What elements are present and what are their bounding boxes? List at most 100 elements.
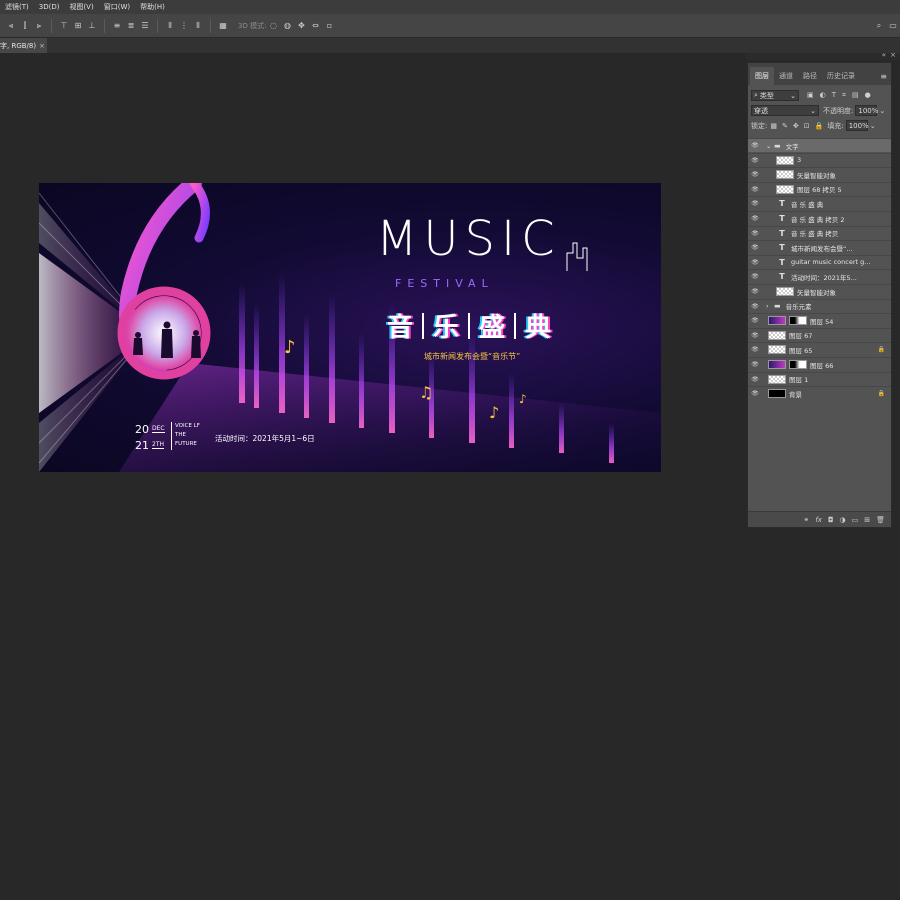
- distribute-right-icon[interactable]: ⦀: [191, 19, 205, 33]
- search-icon[interactable]: ⌕: [872, 19, 886, 33]
- visibility-eye-icon[interactable]: 👁: [748, 361, 762, 368]
- fx-icon[interactable]: fx: [815, 516, 822, 524]
- distribute-middle-icon[interactable]: ≣: [124, 19, 138, 33]
- layer-row[interactable]: 👁 3: [748, 152, 891, 167]
- visibility-eye-icon[interactable]: 👁: [748, 186, 762, 193]
- layer-mask-thumbnail[interactable]: [789, 316, 807, 326]
- panel-menu-icon[interactable]: ≡: [880, 72, 891, 85]
- drag-3d-icon[interactable]: ✥: [294, 19, 308, 33]
- filter-smart-icon[interactable]: ▤: [852, 91, 859, 100]
- visibility-eye-icon[interactable]: 👁: [748, 376, 762, 383]
- close-panel-icon[interactable]: ×: [890, 51, 896, 59]
- scale-3d-icon[interactable]: ▫: [322, 19, 336, 33]
- visibility-eye-icon[interactable]: 👁: [748, 317, 762, 324]
- document-tab[interactable]: 字, RGB/8) ×: [0, 38, 47, 53]
- link-icon[interactable]: ⚭: [803, 516, 809, 524]
- visibility-eye-icon[interactable]: 👁: [748, 390, 762, 397]
- layer-row[interactable]: 👁 矢量智能对象: [748, 167, 891, 181]
- add-mask-icon[interactable]: ◘: [828, 516, 834, 524]
- visibility-eye-icon[interactable]: 👁: [748, 332, 762, 339]
- chevron-down-icon[interactable]: ⌄: [879, 107, 885, 115]
- blend-mode-select[interactable]: 穿透 ⌄: [751, 105, 819, 116]
- adjustment-icon[interactable]: ◑: [840, 516, 846, 524]
- align-top-icon[interactable]: ⊤: [57, 19, 71, 33]
- layer-row[interactable]: 👁 T 活动时间：2021年5...: [748, 269, 891, 283]
- layer-row[interactable]: 👁 图层 68 拷贝 5: [748, 181, 891, 196]
- menu-view[interactable]: 视图(V): [64, 2, 98, 12]
- align-center-icon[interactable]: ⫿: [18, 19, 32, 33]
- layer-row[interactable]: 👁 T 音 乐 盛 典: [748, 196, 891, 210]
- visibility-eye-icon[interactable]: 👁: [748, 142, 762, 149]
- visibility-eye-icon[interactable]: 👁: [748, 157, 762, 164]
- align-left-icon[interactable]: ⫷: [4, 19, 18, 33]
- filter-toggle-icon[interactable]: ●: [865, 91, 871, 100]
- filter-type-select[interactable]: ⌕ 类型 ⌄: [751, 90, 799, 101]
- layer-row[interactable]: 👁 图层 54: [748, 313, 891, 327]
- layer-row[interactable]: 👁 Tguitar music concert g...: [748, 254, 891, 269]
- layer-row[interactable]: 👁 矢量智能对象: [748, 284, 891, 298]
- chevron-right-icon[interactable]: ›: [766, 302, 774, 310]
- menu-filter[interactable]: 滤镜(T): [0, 2, 34, 12]
- artwork-canvas[interactable]: ♪ ♫ ♪ ♪ MUSIC FESTIVAL 音 乐 盛 典 城市新闻发布会暨“…: [39, 183, 661, 472]
- tab-history[interactable]: 历史记录: [822, 67, 860, 85]
- filter-pixel-icon[interactable]: ▣: [807, 91, 814, 100]
- tab-paths[interactable]: 路径: [798, 67, 822, 85]
- fill-field[interactable]: 100%: [845, 120, 869, 131]
- orbit-3d-icon[interactable]: ◌: [266, 19, 280, 33]
- visibility-eye-icon[interactable]: 👁: [748, 215, 762, 222]
- menu-3d[interactable]: 3D(D): [34, 3, 65, 11]
- tab-layers[interactable]: 图层: [750, 67, 774, 85]
- tab-channels[interactable]: 通道: [774, 67, 798, 85]
- trash-icon[interactable]: 🗑: [876, 516, 885, 524]
- visibility-eye-icon[interactable]: 👁: [748, 244, 762, 251]
- visibility-eye-icon[interactable]: 👁: [748, 230, 762, 237]
- filter-adjustment-icon[interactable]: ◐: [820, 91, 826, 100]
- visibility-eye-icon[interactable]: 👁: [748, 259, 762, 266]
- layer-row[interactable]: 👁 图层 66: [748, 357, 891, 371]
- lock-artboard-icon[interactable]: ⊡: [804, 122, 810, 130]
- align-right-icon[interactable]: ⫸: [32, 19, 46, 33]
- collapse-panels-icon[interactable]: «: [882, 51, 886, 59]
- auto-align-icon[interactable]: ▦: [216, 19, 230, 33]
- layer-row[interactable]: 👁 背景 🔒: [748, 386, 891, 400]
- new-group-icon[interactable]: ▭: [852, 516, 859, 524]
- lock-all-icon[interactable]: 🔒: [815, 122, 824, 130]
- visibility-eye-icon[interactable]: 👁: [748, 200, 762, 207]
- align-middle-icon[interactable]: ⊞: [71, 19, 85, 33]
- layer-row[interactable]: 👁 T 城市新闻发布会暨“...: [748, 240, 891, 254]
- chevron-down-icon[interactable]: ⌄: [766, 142, 774, 150]
- layer-row[interactable]: 👁 › ▬ 音乐元素: [748, 298, 891, 313]
- distribute-center-icon[interactable]: ⋮: [177, 19, 191, 33]
- layer-mask-thumbnail[interactable]: [789, 360, 807, 369]
- layer-row[interactable]: 👁 图层 1: [748, 371, 891, 386]
- workspace-icon[interactable]: ▭: [886, 19, 900, 33]
- menu-window[interactable]: 窗口(W): [99, 2, 135, 12]
- layer-row[interactable]: 👁 ⌄ ▬ 文字: [748, 138, 891, 152]
- lock-transparent-icon[interactable]: ▦: [770, 122, 777, 130]
- distribute-left-icon[interactable]: ⫴: [163, 19, 177, 33]
- layer-row[interactable]: 👁 T 音 乐 盛 典 拷贝: [748, 225, 891, 240]
- distribute-top-icon[interactable]: ≡: [110, 19, 124, 33]
- layer-row[interactable]: 👁 图层 65 🔒: [748, 342, 891, 356]
- close-icon[interactable]: ×: [39, 42, 45, 50]
- opacity-field[interactable]: 100%: [855, 105, 878, 116]
- filter-shape-icon[interactable]: ⌗: [842, 91, 846, 100]
- slide-3d-icon[interactable]: ⇔: [308, 19, 322, 33]
- menu-help[interactable]: 帮助(H): [135, 2, 170, 12]
- visibility-eye-icon[interactable]: 👁: [748, 288, 762, 295]
- visibility-eye-icon[interactable]: 👁: [748, 346, 762, 353]
- canvas-area[interactable]: [0, 53, 746, 900]
- filter-type-icon[interactable]: T: [832, 91, 836, 100]
- layer-row[interactable]: 👁 T 音 乐 盛 典 拷贝 2: [748, 211, 891, 225]
- distribute-bottom-icon[interactable]: ☰: [138, 19, 152, 33]
- roll-3d-icon[interactable]: ◍: [280, 19, 294, 33]
- layer-row[interactable]: 👁 图层 67: [748, 327, 891, 342]
- chevron-down-icon[interactable]: ⌄: [870, 122, 876, 130]
- visibility-eye-icon[interactable]: 👁: [748, 273, 762, 280]
- lock-move-icon[interactable]: ✥: [793, 122, 799, 130]
- lock-brush-icon[interactable]: ✎: [782, 122, 788, 130]
- new-layer-icon[interactable]: ⊞: [864, 516, 870, 524]
- align-bottom-icon[interactable]: ⊥: [85, 19, 99, 33]
- visibility-eye-icon[interactable]: 👁: [748, 303, 762, 310]
- visibility-eye-icon[interactable]: 👁: [748, 171, 762, 178]
